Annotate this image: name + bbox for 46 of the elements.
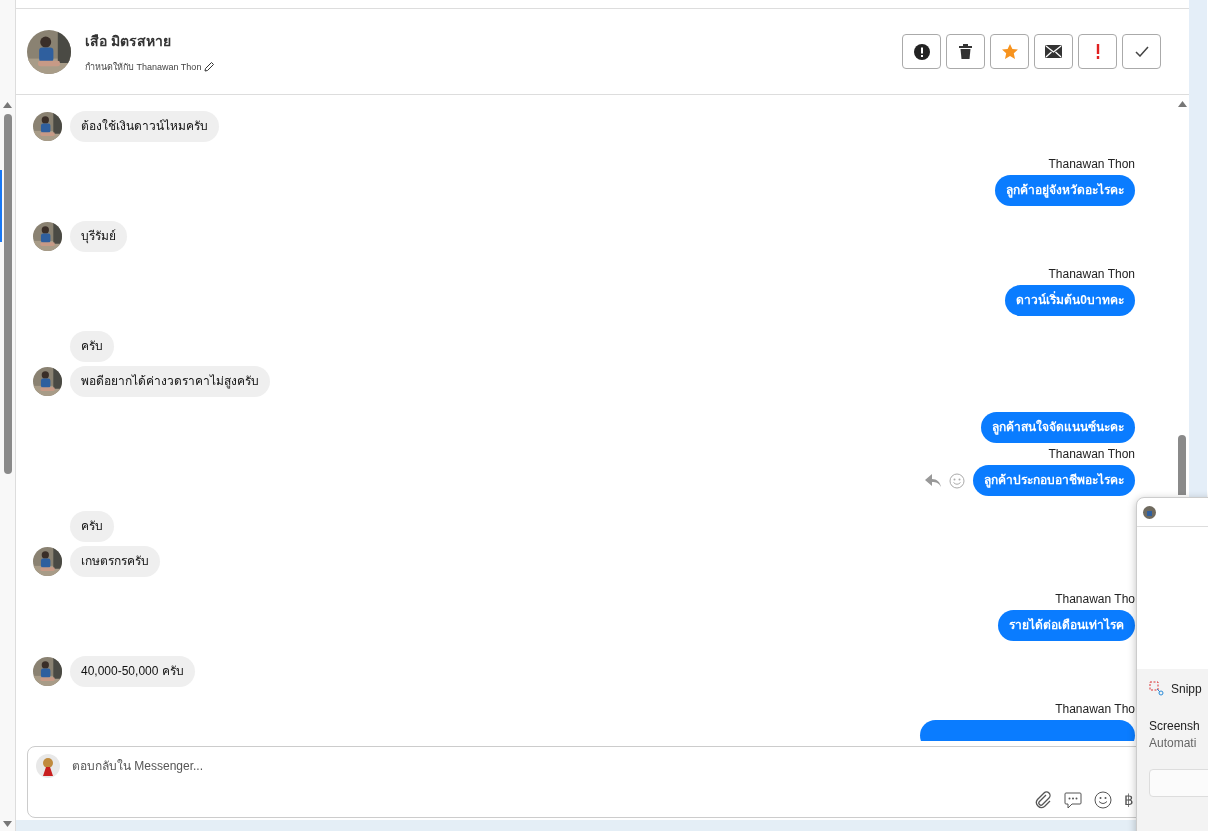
- selection-marker: [0, 170, 2, 242]
- done-button[interactable]: [1122, 34, 1161, 69]
- sender-name: Thanawan Thon: [1048, 157, 1135, 171]
- contact-name: เสือ มิตรสหาย: [85, 31, 172, 51]
- alert-icon: [913, 43, 930, 60]
- currency-button[interactable]: ฿: [1124, 791, 1134, 809]
- mail-button[interactable]: [1034, 34, 1073, 69]
- message-bubble: บุรีรัมย์: [70, 221, 127, 252]
- message-bubble: พอดีอยากได้ค่างวดราคาไม่สูงครับ: [70, 366, 270, 397]
- message-bubble: ลูกค้าสนใจจัดแนนซ์นะคะ: [981, 412, 1135, 443]
- message-bubble: ดาวน์เริ่มต้น0บาทคะ: [1005, 285, 1135, 316]
- assignee-label: กำหนดให้กับ Thanawan Thon: [85, 60, 202, 74]
- sender-name: Thanawan Tho: [1055, 592, 1135, 606]
- scrollbar-thumb[interactable]: [3, 114, 12, 474]
- delete-button[interactable]: [946, 34, 985, 69]
- scissors-icon: [1149, 681, 1165, 697]
- notification-title: Screensh: [1149, 719, 1201, 733]
- trash-icon: [959, 44, 972, 59]
- message-bubble: รายได้ต่อเดือนเท่าไรค: [998, 610, 1135, 641]
- sender-name: Thanawan Thon: [1048, 267, 1135, 281]
- scroll-up-icon[interactable]: [1177, 101, 1187, 107]
- message-bubble: 40,000-50,000 ครับ: [70, 656, 195, 687]
- scroll-down-icon[interactable]: [3, 821, 12, 827]
- message-bubble: ครับ: [70, 331, 114, 362]
- scrollbar-thumb[interactable]: [1178, 435, 1186, 495]
- scroll-up-icon[interactable]: [3, 102, 12, 108]
- message-bubble: ลูกค้าอยู่จังหวัดอะไรคะ: [995, 175, 1135, 206]
- app-name: Snipp: [1171, 682, 1202, 696]
- chat-icon[interactable]: [1064, 791, 1082, 809]
- reply-icon[interactable]: [925, 473, 941, 488]
- star-icon: [1001, 44, 1018, 59]
- important-button[interactable]: [1078, 34, 1117, 69]
- envelope-icon: [1045, 45, 1062, 58]
- message-bubble: ครับ: [70, 511, 114, 542]
- check-icon: [1134, 46, 1149, 57]
- paperclip-icon[interactable]: [1034, 791, 1052, 809]
- warning-button[interactable]: [902, 34, 941, 69]
- sender-name: Thanawan Tho: [1055, 702, 1135, 716]
- message-bubble: ต้องใช้เงินดาวน์ไหมครับ: [70, 111, 219, 142]
- emoji-icon[interactable]: [1094, 791, 1112, 809]
- message-bubble: ลูกค้าประกอบอาชีพอะไรคะ: [973, 465, 1135, 496]
- pencil-icon[interactable]: [204, 61, 215, 72]
- message-bubble: เกษตรกรครับ: [70, 546, 160, 577]
- exclamation-icon: [1095, 44, 1100, 59]
- star-button[interactable]: [990, 34, 1029, 69]
- sender-name: Thanawan Thon: [1048, 447, 1135, 461]
